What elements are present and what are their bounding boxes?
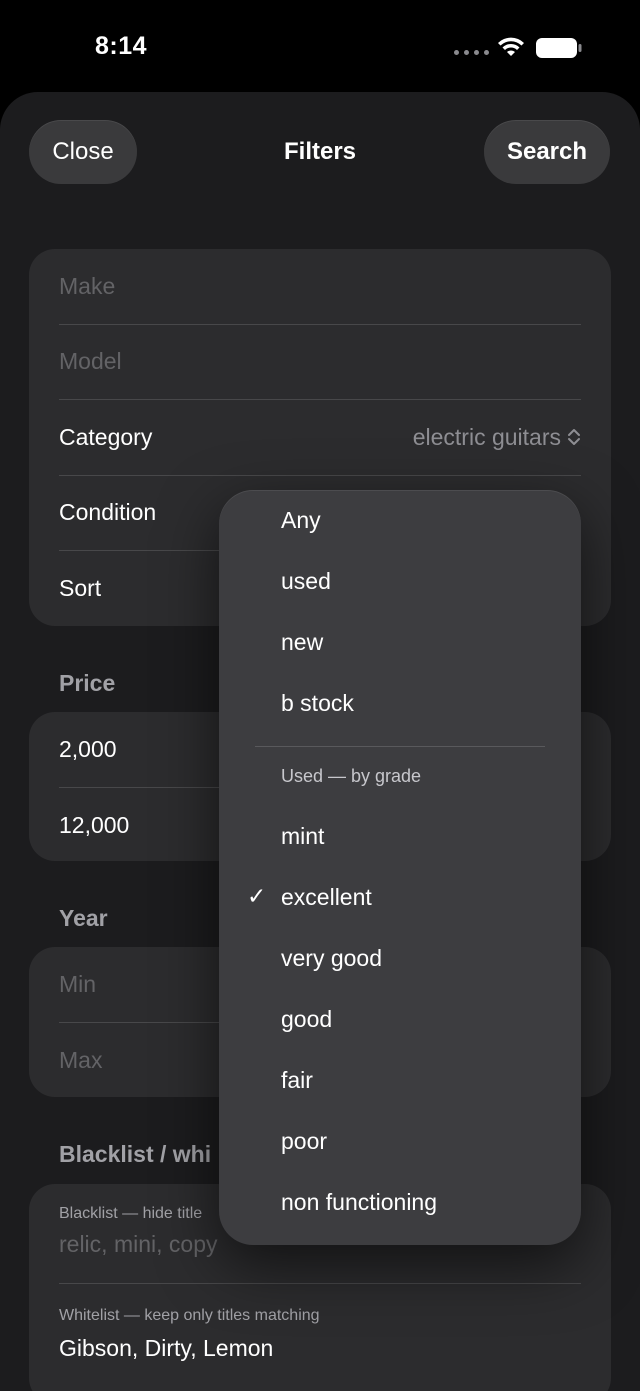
battery-icon [536, 38, 582, 58]
cellular-signal-icon [454, 50, 489, 55]
menu-item-non-functioning[interactable]: non functioning [281, 1189, 437, 1216]
menu-item-used[interactable]: used [281, 568, 331, 595]
whitelist-value: Gibson, Dirty, Lemon [59, 1335, 274, 1361]
menu-item-new[interactable]: new [281, 629, 323, 656]
category-row[interactable]: Category electric guitars [59, 400, 581, 476]
model-placeholder: Model [59, 348, 122, 375]
category-picker[interactable]: electric guitars [413, 424, 581, 451]
menu-divider [255, 746, 545, 747]
year-max-placeholder: Max [59, 1046, 103, 1073]
make-placeholder: Make [59, 272, 116, 299]
condition-label: Condition [59, 499, 157, 526]
search-button[interactable]: Search [484, 120, 610, 184]
menu-section-title: Used — by grade [281, 766, 422, 786]
price-min-value: 2,000 [59, 735, 117, 762]
category-value: electric guitars [412, 423, 561, 450]
category-label: Category [59, 423, 153, 450]
status-bar: 8:14 [0, 0, 640, 92]
price-header: Price [59, 670, 116, 696]
wifi-icon [498, 37, 524, 56]
chevron-up-down-icon [568, 429, 580, 446]
whitelist-label: Whitelist — keep only titles matching [59, 1307, 320, 1324]
condition-menu: Any used new b stock Used — by grade min… [219, 490, 581, 1245]
menu-item-any[interactable]: Any [281, 507, 321, 534]
menu-item-excellent[interactable]: excellent [281, 884, 372, 911]
menu-item-very-good[interactable]: very good [281, 945, 382, 972]
menu-item-mint[interactable]: mint [281, 823, 324, 850]
year-header: Year [59, 905, 108, 931]
menu-item-poor[interactable]: poor [281, 1128, 327, 1155]
sort-label: Sort [59, 575, 102, 602]
menu-item-good[interactable]: good [281, 1006, 332, 1033]
price-max-value: 12,000 [59, 811, 130, 838]
status-time: 8:14 [95, 32, 148, 60]
year-min-placeholder: Min [59, 970, 97, 997]
lists-header: Blacklist / whi [59, 1141, 212, 1167]
menu-item-fair[interactable]: fair [281, 1067, 313, 1094]
make-field[interactable]: Make [59, 249, 581, 325]
model-field[interactable]: Model [59, 325, 581, 400]
whitelist-field[interactable]: Whitelist — keep only titles matching Gi… [59, 1284, 581, 1362]
checkmark-icon: ✓ [247, 883, 267, 909]
menu-item-b-stock[interactable]: b stock [281, 690, 354, 717]
